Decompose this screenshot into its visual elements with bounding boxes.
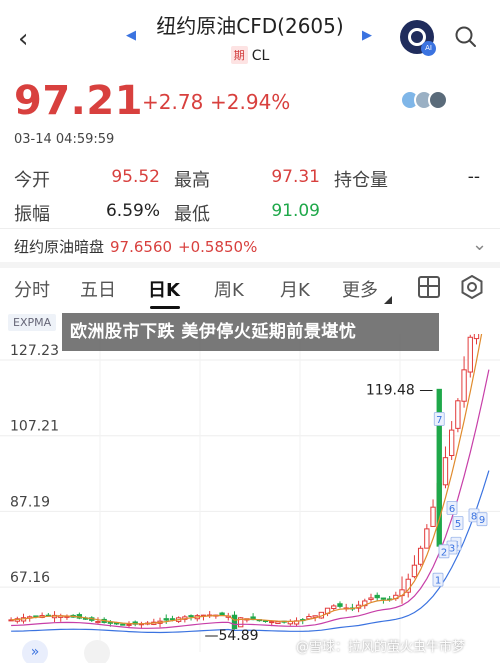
stat-value-low: 91.09	[271, 201, 320, 221]
signal-marker-label: 5	[455, 519, 461, 530]
quote-time: 03-14 04:59:59	[14, 132, 115, 147]
last-price: 97.21	[14, 78, 144, 124]
stat-label-open: 今开	[14, 170, 50, 191]
dark-pool-price: 97.6560	[110, 238, 173, 256]
candle-body	[411, 564, 418, 578]
candle-body	[467, 336, 473, 373]
tab-daily-k[interactable]: 日K	[148, 276, 180, 302]
divider	[0, 228, 500, 229]
candle-body	[448, 429, 455, 457]
price-change: +2.78	[142, 90, 204, 114]
stat-value-high: 97.31	[271, 167, 320, 187]
candle-body	[188, 615, 194, 618]
tab-intraday[interactable]: 分时	[14, 276, 50, 302]
gear-icon[interactable]	[460, 275, 484, 299]
candle-body	[424, 528, 430, 549]
candle-body	[417, 547, 424, 565]
expand-icon[interactable]: ⌄	[472, 234, 487, 255]
ticker-code: CL	[251, 48, 270, 64]
header: ‹ ◀ 纽约原油CFD(2605) ▶ 期 CL AI	[0, 0, 500, 75]
stat-label-open-interest: 持仓量	[334, 170, 388, 191]
signal-marker-label: 3	[449, 544, 455, 555]
candle-body	[455, 400, 461, 429]
y-tick-label: 127.23	[10, 343, 59, 359]
candle-body	[95, 620, 101, 624]
stat-label-low: 最低	[174, 204, 210, 225]
tab-monthly-k[interactable]: 月K	[280, 276, 310, 302]
dark-pool-row[interactable]: 纽约原油暗盘 97.6560 +0.5850%	[14, 236, 257, 257]
active-tab-indicator	[150, 306, 180, 309]
y-tick-label: 67.16	[10, 570, 50, 586]
stat-value-amplitude: 6.59%	[105, 201, 160, 221]
candle-body	[473, 334, 480, 340]
candle-body	[430, 506, 436, 527]
futures-badge: 期	[230, 46, 248, 64]
signal-marker-label: 9	[479, 515, 485, 526]
high-price-label: 119.48 —	[366, 382, 433, 398]
y-tick-label: 107.21	[10, 419, 59, 435]
search-icon[interactable]	[455, 26, 477, 48]
price-change-pct: +2.94%	[210, 90, 291, 114]
next-arrow-icon[interactable]: ▶	[362, 28, 372, 43]
signal-marker-label: 2	[441, 547, 447, 558]
layout-grid-icon[interactable]	[418, 276, 440, 298]
candle-body	[163, 618, 169, 621]
candle-body	[461, 369, 467, 402]
candle-body	[120, 623, 126, 626]
indicator-row[interactable]: EXPMA	[8, 314, 57, 331]
ema-line	[11, 334, 483, 625]
kline-chart[interactable]: 127.23107.2187.1967.16119.48 ——54.897654…	[0, 334, 500, 663]
tab-weekly-k[interactable]: 周K	[214, 276, 244, 302]
candle-body	[126, 623, 132, 626]
stat-label-amplitude: 振幅	[14, 204, 50, 225]
avatar-group[interactable]	[400, 90, 452, 112]
candle-body	[368, 597, 374, 600]
news-banner[interactable]: 欧洲股市下跌 美伊停火延期前景堪忧	[62, 313, 439, 351]
ema-line	[11, 369, 490, 629]
y-tick-label: 87.19	[10, 494, 50, 510]
collapse-icon[interactable]: »	[22, 640, 48, 663]
watermark: @雪球：拉风的萤火虫牛市梦	[296, 640, 466, 655]
ai-assistant-icon[interactable]: AI	[400, 20, 436, 56]
candle-body	[331, 605, 337, 610]
candle-body	[374, 594, 380, 599]
avatar	[428, 90, 448, 110]
stat-value-open-interest: --	[467, 167, 480, 187]
square-icon[interactable]	[84, 640, 110, 663]
tab-five-day[interactable]: 五日	[80, 276, 116, 302]
candle-body	[169, 618, 176, 621]
signal-marker-label: 1	[435, 576, 441, 587]
signal-marker-label: 6	[449, 504, 455, 515]
indicator-tag: EXPMA	[8, 314, 57, 331]
dark-pool-change: +0.5850%	[178, 238, 258, 256]
signal-marker-label: 7	[436, 415, 442, 426]
tab-more[interactable]: 更多	[342, 276, 378, 302]
dropdown-triangle-icon	[384, 296, 392, 304]
stat-value-open: 95.52	[111, 167, 160, 187]
candle-body	[337, 603, 343, 607]
candle-body	[380, 597, 387, 600]
signal-marker-label: 8	[471, 511, 477, 522]
low-price-label: —54.89	[204, 628, 258, 644]
stat-label-high: 最高	[174, 170, 210, 191]
candle-body	[269, 621, 275, 624]
dark-pool-label: 纽约原油暗盘	[14, 238, 105, 256]
ema-line	[11, 470, 490, 634]
candle-body	[231, 614, 238, 630]
candle-body	[442, 457, 449, 486]
candle-body	[275, 621, 281, 625]
